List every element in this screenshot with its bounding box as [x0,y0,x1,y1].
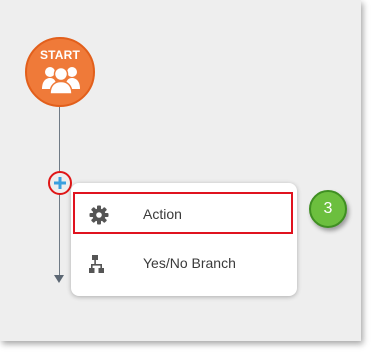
menu-item-action[interactable]: Action [71,192,297,238]
gear-icon [89,205,109,225]
start-node[interactable]: START [25,37,95,107]
add-step-menu: Action Yes/No Branch [71,183,297,296]
flow-arrow-icon [54,275,64,283]
menu-item-label: Yes/No Branch [143,255,236,271]
workflow-canvas: START Action Yes/No Branch 3 [0,0,361,341]
plus-icon [54,177,66,189]
start-label: START [39,48,81,62]
branch-icon [89,255,104,273]
step-number-badge: 3 [309,190,347,228]
menu-item-yes-no-branch[interactable]: Yes/No Branch [71,241,297,287]
menu-item-label: Action [143,206,182,222]
add-step-button[interactable] [48,171,72,195]
users-group-icon [42,66,80,95]
